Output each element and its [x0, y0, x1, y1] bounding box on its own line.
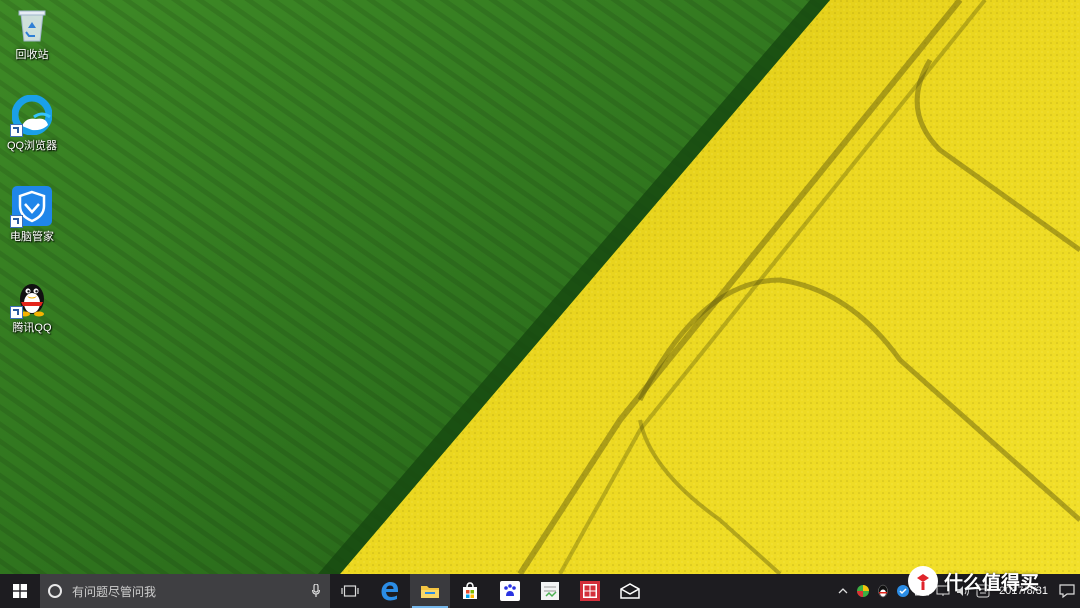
- desktop-icon-recycle-bin[interactable]: 回收站: [4, 4, 60, 62]
- show-hidden-icons-button[interactable]: [833, 574, 853, 608]
- baidu-paw-icon: [500, 581, 520, 601]
- red-grid-app-icon: [580, 581, 600, 601]
- taskbar-notepad-app[interactable]: [530, 574, 570, 608]
- taskbar-baidu[interactable]: [490, 574, 530, 608]
- watermark-text: 什么值得买: [944, 572, 1040, 594]
- recycle-bin-icon: [12, 4, 52, 44]
- start-button[interactable]: [0, 574, 40, 608]
- watermark-logo-icon: [908, 566, 938, 596]
- desktop-icon-pc-manager[interactable]: 电脑管家: [4, 186, 60, 244]
- desktop-icon-qq-browser[interactable]: QQ浏览器: [4, 94, 60, 153]
- desktop-icon-label: 腾讯QQ: [12, 322, 52, 334]
- file-explorer-icon: [421, 586, 439, 598]
- taskbar-store[interactable]: [450, 574, 490, 608]
- tray-app-color[interactable]: [853, 574, 873, 608]
- shortcut-arrow-icon: [10, 124, 23, 137]
- edge-icon: [381, 581, 398, 601]
- notification-icon: [1059, 584, 1075, 598]
- tray-qq[interactable]: [873, 574, 893, 608]
- pc-manager-icon: [10, 186, 52, 228]
- taskbar-edge[interactable]: [370, 574, 410, 608]
- desktop-icon-label: 回收站: [15, 49, 49, 61]
- task-view-button[interactable]: [330, 574, 370, 608]
- action-center-button[interactable]: [1054, 574, 1080, 608]
- desktop-icon-label: 电脑管家: [10, 231, 54, 243]
- windows-logo-icon: [13, 584, 27, 598]
- task-view-icon: [341, 585, 359, 597]
- taskbar-mail[interactable]: [610, 574, 650, 608]
- mail-icon: [620, 583, 640, 599]
- qq-tray-icon: [878, 584, 888, 598]
- shortcut-arrow-icon: [10, 215, 23, 228]
- search-placeholder: 有问题尽管问我: [72, 584, 157, 599]
- taskbar-file-explorer[interactable]: [410, 574, 450, 608]
- microphone-icon[interactable]: [312, 583, 320, 598]
- shortcut-arrow-icon: [10, 306, 23, 319]
- color-ball-icon: [857, 585, 870, 597]
- notepad-app-icon: [541, 582, 559, 600]
- qq-penguin-icon: [10, 277, 52, 319]
- chevron-up-icon: [838, 588, 848, 594]
- qq-browser-icon: [10, 94, 53, 137]
- watermark: 什么值得买: [908, 564, 1039, 598]
- desktop-wallpaper: [0, 0, 1080, 574]
- store-icon: [463, 582, 477, 599]
- cortana-icon: [48, 584, 62, 598]
- taskbar-red-app[interactable]: [570, 574, 610, 608]
- search-input[interactable]: 有问题尽管问我: [40, 574, 330, 608]
- desktop-icon-label: QQ浏览器: [6, 140, 58, 152]
- desktop-icon-qq[interactable]: 腾讯QQ: [4, 277, 60, 335]
